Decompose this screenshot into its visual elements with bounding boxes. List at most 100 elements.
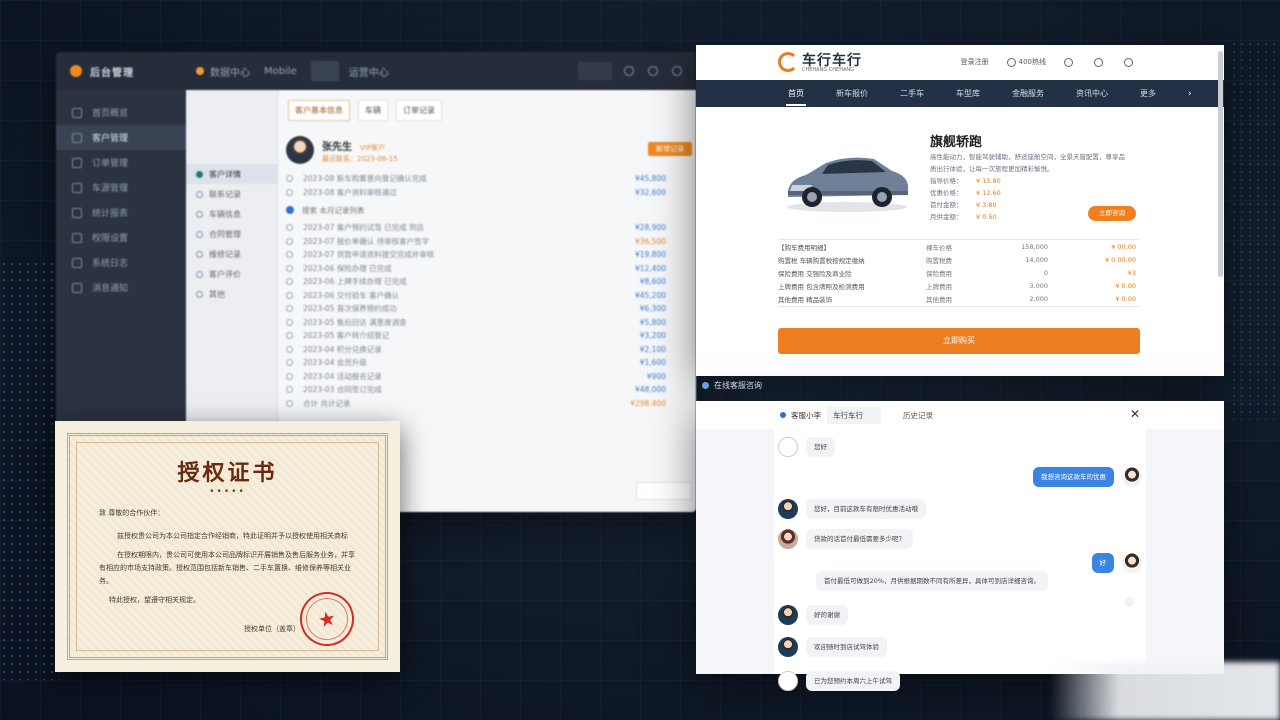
nav-item[interactable]: 更多 (1140, 88, 1156, 99)
sidebar-item[interactable]: 车源管理 (56, 175, 186, 200)
topbar-item[interactable]: 运营中心 (349, 64, 389, 79)
checkbox-icon[interactable] (286, 359, 293, 367)
close-icon[interactable]: ✕ (1130, 407, 1140, 421)
pagination[interactable] (636, 482, 692, 500)
sidebar-item[interactable]: 消息通知 (56, 275, 186, 300)
checkbox-icon[interactable] (286, 318, 293, 326)
sidebar-item[interactable]: 统计报表 (56, 200, 186, 225)
list-item[interactable]: 2023-08 客户资料审核通过 ¥32,600 (286, 186, 688, 200)
table-row[interactable]: 2023-07 贷款申请资料提交完成并审核 ¥19,800 (286, 248, 688, 262)
search-row[interactable]: 搜索 本月记录列表 (286, 201, 688, 219)
checkbox-icon[interactable] (286, 237, 293, 245)
avatar[interactable] (778, 437, 798, 457)
topbar-item[interactable]: Mobile (264, 66, 297, 77)
menu-icon (72, 207, 82, 218)
tab-customer-info[interactable]: 客户基本信息 (288, 100, 350, 121)
bell-icon[interactable] (624, 66, 634, 76)
menu-icon (72, 157, 82, 168)
checkbox-icon[interactable] (286, 399, 293, 407)
table-row[interactable]: 2023-05 售后回访 满意度调查 ¥5,800 (286, 316, 688, 330)
buy-now-button[interactable]: 立即购买 (778, 328, 1140, 354)
subnav-item[interactable]: 车辆信息 (186, 204, 277, 224)
sidebar-item-label: 系统日志 (92, 259, 129, 269)
sidebar-item[interactable]: 系统日志 (56, 250, 186, 275)
table-row[interactable]: 2023-06 上牌手续办理 已完成 ¥8,600 (286, 275, 688, 289)
checkbox-icon[interactable] (286, 386, 293, 394)
sidebar-item[interactable]: 首页概览 (56, 100, 186, 125)
nav-item[interactable]: 车型库 (956, 88, 980, 99)
add-record-button[interactable]: 新增记录 (648, 142, 692, 156)
topbar-item[interactable]: 数据中心 (210, 64, 250, 79)
table-row[interactable]: 2023-04 活动报名记录 ¥900 (286, 370, 688, 384)
user-icon[interactable] (672, 66, 682, 76)
avatar[interactable] (778, 529, 798, 549)
table-row[interactable]: 2023-05 首次保养预约成功 ¥6,300 (286, 302, 688, 316)
agent-name: 客服小李 (791, 410, 821, 420)
consult-button[interactable]: 立即咨询 (1088, 206, 1136, 221)
radio-icon[interactable] (286, 188, 293, 196)
tab-orders[interactable]: 订单记录 (396, 100, 442, 121)
sidebar-item[interactable]: 订单管理 (56, 150, 186, 175)
settings-icon[interactable] (648, 66, 658, 76)
bullet-icon (196, 290, 203, 298)
chat-store-select[interactable]: 车行车行 (827, 406, 881, 424)
checkbox-icon[interactable] (286, 345, 293, 353)
topbar-search-input[interactable] (578, 62, 612, 80)
header-link-settings[interactable] (1124, 57, 1136, 67)
avatar[interactable] (1122, 467, 1142, 487)
nav-item[interactable]: 新车报价 (836, 88, 868, 99)
avatar[interactable] (778, 671, 798, 691)
nav-item[interactable]: 资讯中心 (1076, 88, 1108, 99)
table-row[interactable]: 2023-03 合同签订完成 ¥48,000 (286, 383, 688, 397)
avatar[interactable] (778, 637, 798, 657)
seal-star-icon: ★ (315, 605, 339, 633)
nav-item[interactable]: 首页 (786, 88, 806, 106)
car-image[interactable] (782, 141, 912, 213)
message-bubble: 贷款的话首付最低需要多少呢？ (806, 529, 913, 549)
table-row[interactable]: 2023-04 积分兑换记录 ¥2,100 (286, 343, 688, 357)
avatar[interactable] (1122, 553, 1142, 573)
sidebar-item[interactable]: 客户管理 (56, 125, 186, 150)
brand-logo-icon[interactable] (778, 52, 798, 72)
radio-icon[interactable] (286, 175, 293, 183)
tab-vehicle[interactable]: 车辆 (358, 100, 388, 121)
subnav-item[interactable]: 客户详情 (186, 164, 277, 184)
checkbox-icon[interactable] (286, 372, 293, 380)
table-row[interactable]: 2023-04 会员升级 ¥1,600 (286, 356, 688, 370)
table-row[interactable]: 2023-06 交付验车 客户确认 ¥45,200 (286, 289, 688, 303)
checkbox-icon[interactable] (286, 332, 293, 340)
sidebar-item[interactable]: 权限设置 (56, 225, 186, 250)
table-row[interactable]: 2023-07 客户预约试驾 已完成 到店 ¥28,900 (286, 221, 688, 235)
subnav-item[interactable]: 其他 (186, 284, 277, 304)
header-link-login[interactable]: 登录注册 (961, 57, 989, 67)
checkbox-icon[interactable] (286, 291, 293, 299)
checkbox-icon[interactable] (286, 278, 293, 286)
chevron-right-icon[interactable]: › (1188, 89, 1192, 99)
site-nav: 首页 新车报价 二手车 车型库 金融服务 资讯中心 更多 › (696, 80, 1224, 107)
subnav-item-label: 联系记录 (209, 189, 241, 199)
checkbox-icon[interactable] (286, 305, 293, 313)
nav-item[interactable]: 金融服务 (1012, 88, 1044, 99)
subnav-item[interactable]: 维修记录 (186, 244, 277, 264)
subnav-item[interactable]: 联系记录 (186, 184, 277, 204)
table-row[interactable]: 2023-06 保险办理 已完成 ¥12,400 (286, 262, 688, 276)
chat-history-tab[interactable]: 历史记录 (903, 410, 933, 421)
checkbox-icon[interactable] (286, 264, 293, 272)
header-link-user[interactable] (1064, 57, 1076, 67)
table-row[interactable]: 2023-07 报价单确认 待审核客户签字 ¥36,500 (286, 235, 688, 249)
checkbox-icon[interactable] (286, 251, 293, 259)
nav-item[interactable]: 二手车 (900, 88, 924, 99)
table-row[interactable]: 2023-05 客户转介绍登记 ¥3,200 (286, 329, 688, 343)
subnav-item[interactable]: 合同管理 (186, 224, 277, 244)
subnav-item[interactable]: 客户评价 (186, 264, 277, 284)
scrollbar[interactable] (1218, 51, 1223, 277)
list-item[interactable]: 2023-08 新车购置意向登记确认完成 ¥45,800 (286, 172, 688, 186)
checkbox-icon[interactable] (286, 224, 293, 232)
search-icon (286, 206, 294, 214)
avatar[interactable] (778, 605, 798, 625)
header-link-hotline[interactable]: 400热线 (1006, 57, 1046, 67)
topbar-box[interactable] (310, 61, 339, 81)
header-link-cart[interactable] (1094, 57, 1106, 67)
message-bubble: 您好 (806, 437, 835, 457)
avatar[interactable] (778, 499, 798, 519)
